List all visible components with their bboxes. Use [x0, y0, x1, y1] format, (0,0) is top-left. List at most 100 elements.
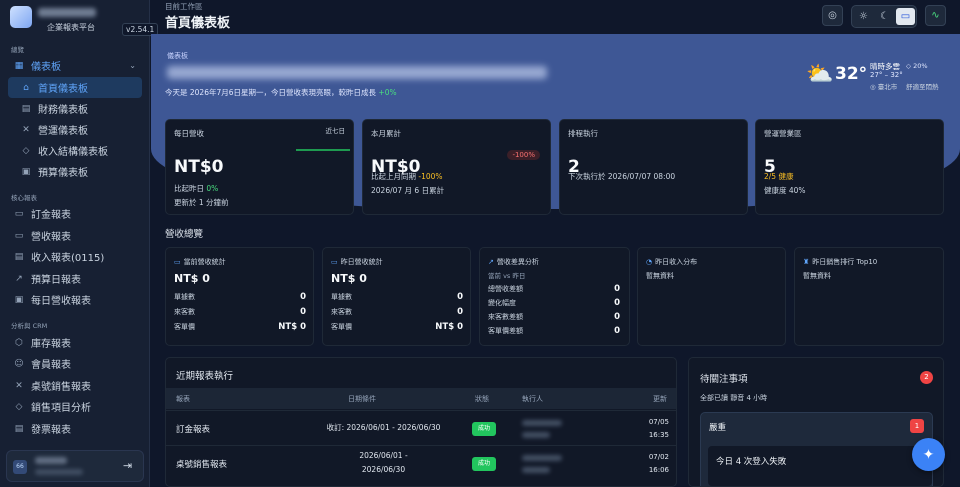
sidebar-item-invoice-report[interactable]: ▤ 發票報表: [0, 418, 150, 439]
kpi-health-percent: 健康度 40%: [764, 186, 806, 195]
table-row[interactable]: 桌號銷售報表 2026/06/01 -2026/06/30 成功 07/02 16…: [166, 445, 676, 480]
assistant-fab[interactable]: ✦: [912, 438, 945, 471]
tools-icon: ✕: [15, 380, 23, 391]
section-label-core: 核心報表: [11, 194, 37, 202]
runner-blurred: [522, 467, 550, 473]
sidebar-item-label: 會員報表: [31, 360, 71, 371]
column-header: 日期條件: [348, 395, 376, 403]
activity-icon: ∿: [931, 10, 940, 21]
weather-rain-chance: ◇ 20%: [906, 62, 928, 70]
brand-subtitle: 企業報表平台: [47, 23, 95, 32]
weather-comfort: 舒適至悶熱: [906, 83, 939, 91]
sun-icon: ☼: [859, 11, 868, 22]
home-icon: ⌂: [23, 82, 29, 93]
table-row[interactable]: 訂金報表 收訂: 2026/06/01 - 2026/06/30 成功 07/0…: [166, 410, 676, 445]
empty-state: 暫無資料: [646, 272, 674, 280]
column-header: 執行人: [522, 395, 543, 403]
invoice-icon: ▤: [14, 423, 24, 434]
revenue-section-title: 營收總覽: [165, 229, 204, 240]
chevron-down-icon[interactable]: ⌄: [129, 61, 136, 70]
table-header: 報表 日期條件 狀態 執行人 更新: [166, 388, 676, 409]
card-title: ▭ 當前營收統計: [174, 258, 226, 266]
weather-location: ◎ 臺北市: [870, 83, 898, 91]
card-value: NT$ 0: [331, 272, 367, 285]
kpi-card-schedule[interactable]: 排程執行 2 下次執行於 2026/07/07 08:00: [559, 119, 748, 215]
pending-item[interactable]: 今日 4 次登入失敗: [708, 446, 932, 486]
current-revenue-card: ▭ 當前營收統計 NT$ 0 單據數 0 來客數 0 客單價 NT$ 0: [165, 247, 314, 346]
kpi-card-operating-areas[interactable]: 營運營業區 5 2/5 健康 健康度 40%: [755, 119, 944, 215]
sidebar-item-label: 發票報表: [31, 425, 71, 436]
sidebar-item-deposit-report[interactable]: ▭ 訂金報表: [0, 203, 150, 224]
kpi-card-daily-revenue[interactable]: 每日營收 近七日 NT$0 比起昨日 0% 更新於 1 分鐘前: [165, 119, 354, 215]
sidebar-item-income-report[interactable]: ▤ 收入報表(0115): [0, 246, 150, 267]
sidebar-item-budget-daily-report[interactable]: ↗ 預算日報表: [0, 268, 150, 289]
user-role-blurred: [35, 469, 83, 475]
sidebar-item-revenue-report[interactable]: ▭ 營收報表: [0, 225, 150, 246]
avatar: 66: [13, 460, 27, 474]
sidebar-item-daily-revenue-report[interactable]: ▣ 每日營收報表: [0, 289, 150, 310]
kpi-label: 排程執行: [568, 129, 598, 138]
empty-state: 暫無資料: [803, 272, 831, 280]
theme-switcher: ☼ ☾ ▭: [851, 5, 917, 28]
kpi-health: 2/5 健康: [764, 172, 794, 181]
dark-theme-button[interactable]: ☾: [875, 8, 894, 25]
partly-cloudy-icon: ⛅: [806, 62, 834, 87]
group-title: 嚴重: [709, 423, 727, 433]
user-panel[interactable]: 66 ⇥: [6, 450, 144, 482]
trend-icon: ↗: [488, 258, 494, 266]
weather-temperature: 32°: [835, 64, 868, 84]
activity-button[interactable]: ∿: [925, 5, 946, 26]
stat-row: 單據數 0: [331, 292, 463, 302]
brand-name-blurred: [38, 8, 96, 17]
sidebar-item-inventory-report[interactable]: ⬡ 庫存報表: [0, 332, 150, 353]
sidebar-item-table-sales-report[interactable]: ✕ 桌號銷售報表: [0, 375, 150, 396]
sidebar-item-operations-dashboard[interactable]: ✕ 營運儀表板: [0, 119, 150, 140]
card-title: ↗ 營收差異分析: [488, 258, 539, 266]
brand-logo: [10, 6, 32, 28]
updated-time: 07/05 16:35: [648, 418, 669, 439]
pending-count-badge: 2: [920, 371, 933, 384]
sidebar-group-dashboard[interactable]: ▦ 儀表板 ⌄: [0, 55, 150, 76]
brand[interactable]: 企業報表平台 v2.54.1: [10, 6, 159, 36]
runner-blurred: [522, 432, 550, 438]
critical-group[interactable]: 嚴重 1 今日 4 次登入失敗: [700, 412, 933, 486]
recent-runs-card: 近期報表執行 報表 日期條件 狀態 執行人 更新 訂金報表 收訂: 2026/0…: [165, 357, 677, 487]
monitor-icon: ▭: [900, 11, 911, 22]
runner-blurred: [522, 455, 562, 461]
tag-icon: ◇: [22, 145, 30, 156]
date-condition: 2026/06/01 -2026/06/30: [359, 451, 408, 474]
sidebar-item-label: 預算日報表: [31, 275, 81, 286]
weather-range: 27° – 32°: [870, 71, 903, 79]
kpi-subtext: 2026/07 月 6 日累計: [371, 186, 445, 195]
user-name-blurred: [35, 457, 67, 464]
document-icon: ▤: [21, 103, 31, 114]
stat-row: 變化幅度 0: [488, 298, 620, 308]
report-name: 訂金報表: [176, 425, 211, 435]
kpi-card-month-total[interactable]: 本月累計 -100% NT$0 比起上月同期 -100% 2026/07 月 6…: [362, 119, 551, 215]
sidebar-item-home-dashboard[interactable]: ⌂ 首頁儀表板: [8, 77, 142, 98]
sidebar-item-income-structure-dashboard[interactable]: ◇ 收入結構儀表板: [0, 140, 150, 161]
card-subtitle: 當前 vs 昨日: [488, 272, 526, 280]
yesterday-revenue-card: ▭ 昨日營收統計 NT$ 0 單據數 0 來客數 0 客單價 NT$ 0: [322, 247, 471, 346]
card-icon: ▭: [174, 258, 181, 266]
light-theme-button[interactable]: ☼: [854, 8, 873, 25]
stat-row: 來客數 0: [331, 307, 463, 317]
money-icon: ▭: [14, 230, 24, 241]
group-count-badge: 1: [910, 419, 924, 433]
sidebar-item-member-report[interactable]: ☺ 會員報表: [0, 353, 150, 374]
pending-actions[interactable]: 全部已讀 靜音 4 小時: [700, 393, 767, 403]
kpi-delta: 比起昨日 0%: [174, 184, 219, 193]
report-name: 桌號銷售報表: [176, 460, 228, 470]
card-icon: ▭: [14, 208, 24, 219]
yesterday-sales-top10-card: ♜ 昨日銷售排行 Top10 暫無資料: [794, 247, 944, 346]
document-icon: ▤: [14, 251, 24, 262]
logout-icon[interactable]: ⇥: [123, 459, 132, 472]
system-theme-button[interactable]: ▭: [896, 8, 915, 25]
kpi-value: NT$0: [174, 157, 224, 177]
sidebar-item-finance-dashboard[interactable]: ▤ 財務儀表板: [0, 98, 150, 119]
language-button[interactable]: ◎: [822, 5, 843, 26]
sidebar-item-budget-dashboard[interactable]: ▣ 預算儀表板: [0, 161, 150, 182]
card-title: ♜ 昨日銷售排行 Top10: [803, 258, 878, 266]
sidebar-item-sales-item-analysis[interactable]: ◇ 銷售項目分析: [0, 396, 150, 417]
page-title: 首頁儀表板: [165, 16, 231, 31]
